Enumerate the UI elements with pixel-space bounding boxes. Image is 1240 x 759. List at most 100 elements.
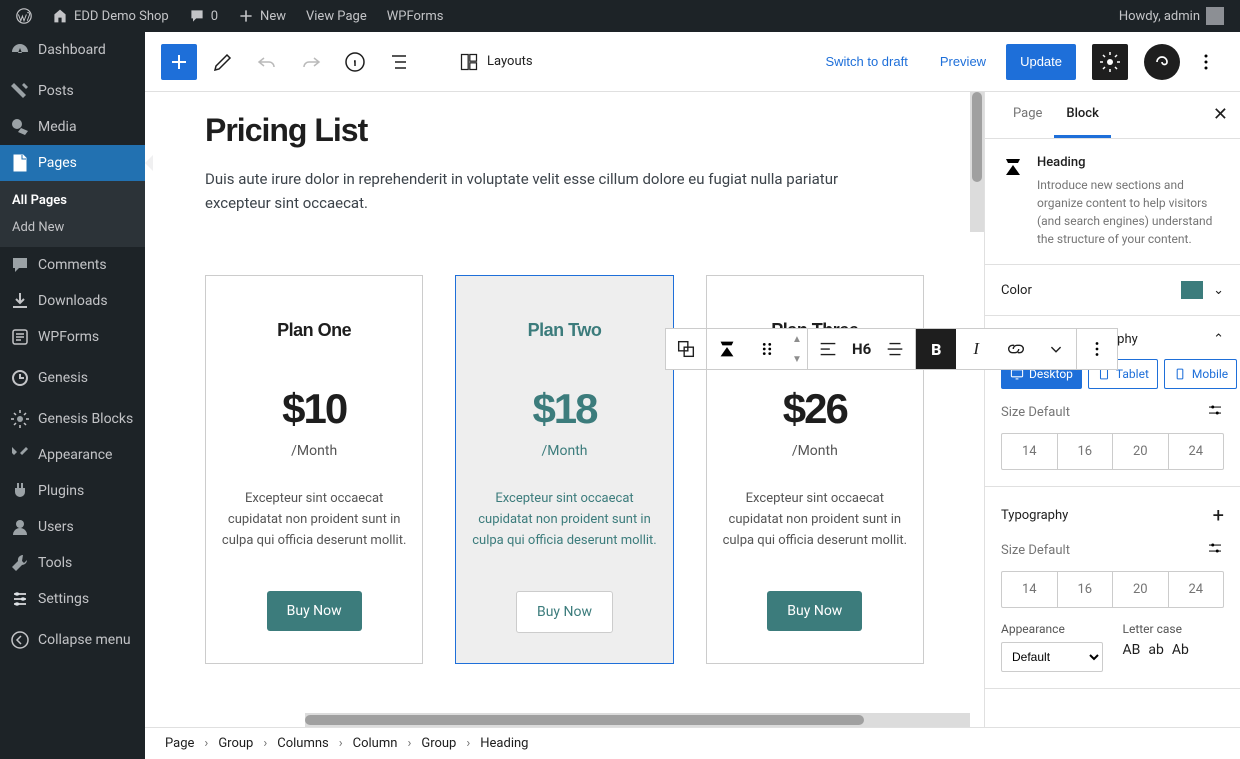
size-preset[interactable]: 16 bbox=[1058, 434, 1114, 469]
buy-button[interactable]: Buy Now bbox=[516, 591, 613, 633]
switch-draft-button[interactable]: Switch to draft bbox=[813, 44, 919, 80]
align-button[interactable] bbox=[808, 329, 848, 369]
drag-handle-icon[interactable] bbox=[747, 329, 787, 369]
howdy-user[interactable]: Howdy, admin bbox=[1111, 0, 1232, 32]
tab-block[interactable]: Block bbox=[1054, 92, 1110, 138]
crumb[interactable]: Columns bbox=[277, 736, 329, 751]
site-name[interactable]: EDD Demo Shop bbox=[44, 0, 177, 32]
comments-count[interactable]: 0 bbox=[181, 0, 226, 32]
wp-logo[interactable] bbox=[8, 0, 40, 32]
add-block-button[interactable] bbox=[161, 44, 197, 80]
plan-period[interactable]: /Month bbox=[470, 443, 658, 459]
menu-downloads[interactable]: Downloads bbox=[0, 283, 145, 319]
heading-level[interactable]: H6 bbox=[848, 329, 875, 369]
size-preset[interactable]: 14 bbox=[1002, 572, 1058, 607]
sliders-icon[interactable] bbox=[1206, 539, 1224, 561]
size-preset[interactable]: 20 bbox=[1113, 572, 1169, 607]
sliders-icon[interactable] bbox=[1206, 401, 1224, 423]
settings-toggle[interactable] bbox=[1092, 44, 1128, 80]
crumb[interactable]: Heading bbox=[480, 736, 528, 751]
block-more-options[interactable] bbox=[1077, 329, 1117, 369]
menu-users[interactable]: Users bbox=[0, 509, 145, 545]
genesis-toggle[interactable] bbox=[1144, 44, 1180, 80]
lettercase-lower[interactable]: ab bbox=[1148, 642, 1163, 658]
plus-icon[interactable]: + bbox=[1213, 503, 1224, 527]
crumb[interactable]: Column bbox=[353, 736, 398, 751]
link-button[interactable] bbox=[996, 329, 1036, 369]
plan-period[interactable]: /Month bbox=[721, 443, 909, 459]
more-options[interactable] bbox=[1188, 44, 1224, 80]
submenu-all-pages[interactable]: All Pages bbox=[0, 187, 145, 214]
undo-button[interactable] bbox=[249, 44, 285, 80]
lettercase-cap[interactable]: Ab bbox=[1172, 642, 1189, 658]
tab-page[interactable]: Page bbox=[1001, 92, 1054, 138]
bold-button[interactable]: B bbox=[916, 329, 956, 369]
size-preset[interactable]: 24 bbox=[1169, 572, 1224, 607]
pricing-card[interactable]: Plan Two $18 /Month Excepteur sint occae… bbox=[455, 275, 673, 664]
size-preset[interactable]: 16 bbox=[1058, 572, 1114, 607]
menu-dashboard[interactable]: Dashboard bbox=[0, 32, 145, 68]
chevron-up-icon[interactable]: ⌃ bbox=[1213, 332, 1224, 347]
page-description[interactable]: Duis aute irure dolor in reprehenderit i… bbox=[205, 167, 885, 215]
buy-button[interactable]: Buy Now bbox=[267, 591, 362, 631]
submenu-add-new[interactable]: Add New bbox=[0, 214, 145, 241]
pricing-card[interactable]: Plan One $10 /Month Excepteur sint occae… bbox=[205, 275, 423, 664]
menu-collapse[interactable]: Collapse menu bbox=[0, 622, 145, 658]
view-page[interactable]: View Page bbox=[298, 0, 375, 32]
menu-plugins[interactable]: Plugins bbox=[0, 473, 145, 509]
scrollbar-horizontal[interactable] bbox=[305, 713, 970, 727]
menu-appearance[interactable]: Appearance bbox=[0, 437, 145, 473]
menu-comments[interactable]: Comments bbox=[0, 247, 145, 283]
move-down-button[interactable]: ▼ bbox=[787, 349, 807, 369]
layouts-button[interactable]: Layouts bbox=[449, 44, 543, 80]
scrollbar-vertical[interactable] bbox=[970, 92, 984, 232]
device-mobile[interactable]: Mobile bbox=[1164, 359, 1237, 389]
preview-button[interactable]: Preview bbox=[928, 44, 998, 80]
lettercase-upper[interactable]: AB bbox=[1123, 642, 1141, 658]
menu-tools[interactable]: Tools bbox=[0, 545, 145, 581]
letter-case-label: Letter case bbox=[1123, 622, 1225, 636]
redo-button[interactable] bbox=[293, 44, 329, 80]
new-button[interactable]: New bbox=[230, 0, 294, 32]
menu-posts[interactable]: Posts bbox=[0, 73, 145, 109]
plan-desc[interactable]: Excepteur sint occaecat cupidatat non pr… bbox=[721, 489, 909, 551]
color-swatch[interactable] bbox=[1181, 281, 1203, 299]
plan-desc[interactable]: Excepteur sint occaecat cupidatat non pr… bbox=[220, 489, 408, 551]
size-preset[interactable]: 24 bbox=[1169, 434, 1224, 469]
close-inspector-button[interactable]: ✕ bbox=[1213, 104, 1228, 125]
plan-price[interactable]: $26 bbox=[721, 385, 909, 433]
plan-price[interactable]: $18 bbox=[470, 385, 658, 433]
chevron-down-icon[interactable]: ⌄ bbox=[1213, 283, 1224, 298]
menu-wpforms[interactable]: WPForms bbox=[0, 319, 145, 355]
crumb[interactable]: Group bbox=[421, 736, 456, 751]
more-formatting[interactable] bbox=[1036, 329, 1076, 369]
crumb[interactable]: Group bbox=[218, 736, 253, 751]
menu-media[interactable]: Media bbox=[0, 109, 145, 145]
wpforms-link[interactable]: WPForms bbox=[379, 0, 452, 32]
block-type-icon[interactable] bbox=[707, 329, 747, 369]
size-preset[interactable]: 14 bbox=[1002, 434, 1058, 469]
crumb[interactable]: Page bbox=[165, 736, 194, 751]
menu-genesis[interactable]: Genesis bbox=[0, 360, 145, 396]
plan-name[interactable]: Plan Two bbox=[470, 320, 658, 341]
info-button[interactable] bbox=[337, 44, 373, 80]
page-title[interactable]: Pricing List bbox=[205, 112, 924, 149]
plan-period[interactable]: /Month bbox=[220, 443, 408, 459]
menu-settings[interactable]: Settings bbox=[0, 581, 145, 617]
move-up-button[interactable]: ▲ bbox=[787, 329, 807, 349]
plan-desc[interactable]: Excepteur sint occaecat cupidatat non pr… bbox=[470, 489, 658, 551]
text-align-button[interactable] bbox=[875, 329, 915, 369]
select-parent-button[interactable] bbox=[666, 329, 706, 369]
menu-genesis-blocks[interactable]: Genesis Blocks bbox=[0, 401, 145, 437]
menu-pages[interactable]: Pages bbox=[0, 145, 145, 181]
italic-button[interactable]: I bbox=[956, 329, 996, 369]
buy-button[interactable]: Buy Now bbox=[767, 591, 862, 631]
plan-name[interactable]: Plan One bbox=[220, 320, 408, 341]
editor-canvas[interactable]: Pricing List Duis aute irure dolor in re… bbox=[145, 92, 984, 727]
edit-mode-button[interactable] bbox=[205, 44, 241, 80]
outline-button[interactable] bbox=[381, 44, 417, 80]
size-preset[interactable]: 20 bbox=[1113, 434, 1169, 469]
appearance-select[interactable]: Default bbox=[1001, 642, 1103, 672]
update-button[interactable]: Update bbox=[1006, 44, 1076, 80]
plan-price[interactable]: $10 bbox=[220, 385, 408, 433]
